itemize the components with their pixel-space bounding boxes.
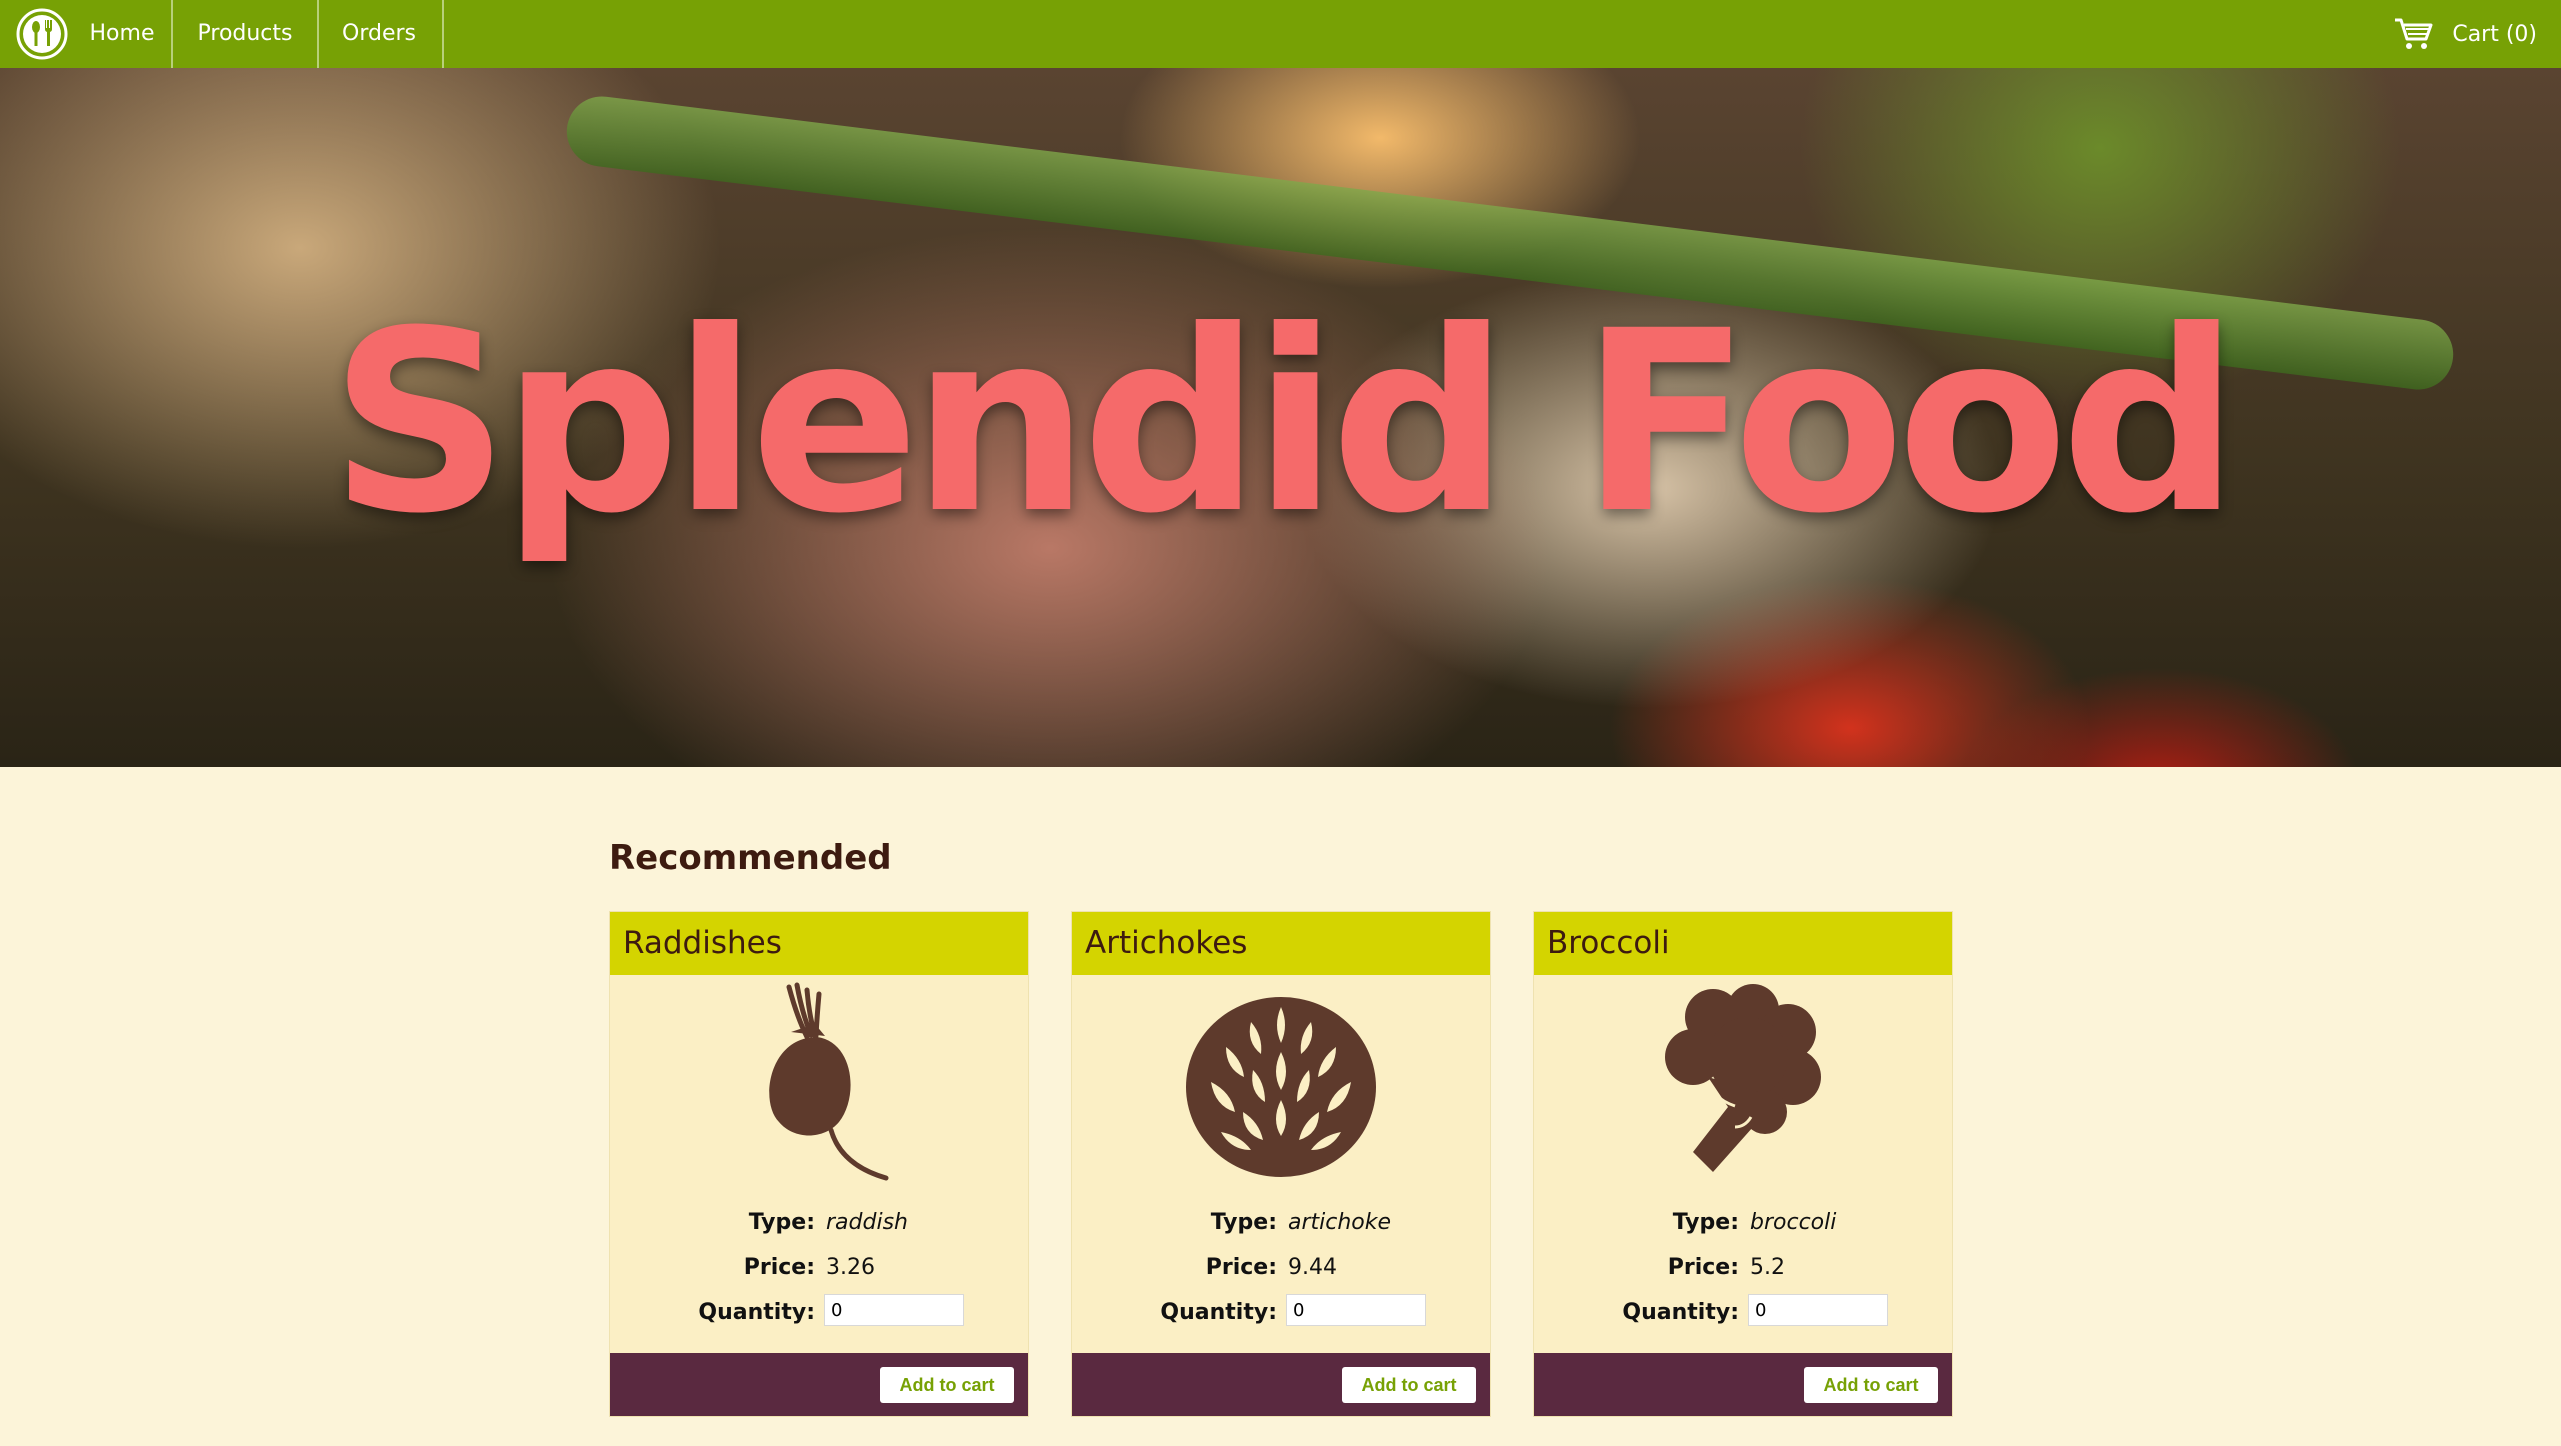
product-name: Artichokes bbox=[1072, 912, 1490, 975]
price-label: Price: bbox=[1667, 1255, 1739, 1280]
price-value: 3.26 bbox=[826, 1255, 875, 1280]
type-row: Type: broccoli bbox=[1534, 1204, 1952, 1242]
broccoli-icon bbox=[1665, 984, 1821, 1172]
product-card-artichokes: Artichokes Type: artichoke Price: 9.44 Q… bbox=[1071, 911, 1491, 1417]
quantity-row: Quantity: bbox=[1072, 1294, 1490, 1332]
price-row: Price: 9.44 bbox=[1072, 1249, 1490, 1287]
type-label: Type: bbox=[748, 1210, 815, 1235]
product-image bbox=[1072, 982, 1490, 1182]
hero-title: Splendid Food bbox=[329, 277, 2240, 568]
quantity-input[interactable] bbox=[1748, 1294, 1888, 1326]
type-value: artichoke bbox=[1288, 1210, 1392, 1235]
cart-link[interactable]: Cart (0) bbox=[2394, 0, 2537, 68]
add-to-cart-button[interactable]: Add to cart bbox=[880, 1367, 1014, 1403]
price-row: Price: 3.26 bbox=[610, 1249, 1028, 1287]
type-row: Type: artichoke bbox=[1072, 1204, 1490, 1242]
type-value: broccoli bbox=[1750, 1210, 1837, 1235]
quantity-label: Quantity: bbox=[1622, 1300, 1739, 1325]
price-label: Price: bbox=[1205, 1255, 1277, 1280]
quantity-input[interactable] bbox=[1286, 1294, 1426, 1326]
nav-home[interactable]: Home bbox=[72, 0, 172, 68]
add-to-cart-button[interactable]: Add to cart bbox=[1804, 1367, 1938, 1403]
hero-banner: Splendid Food bbox=[0, 68, 2561, 767]
cart-label[interactable]: Cart (0) bbox=[2452, 22, 2537, 47]
radish-icon bbox=[769, 982, 889, 1181]
product-image bbox=[1534, 982, 1952, 1182]
price-value: 5.2 bbox=[1750, 1255, 1785, 1280]
type-label: Type: bbox=[1210, 1210, 1277, 1235]
price-row: Price: 5.2 bbox=[1534, 1249, 1952, 1287]
section-title: Recommended bbox=[609, 838, 892, 878]
top-navbar: Home Products Orders Cart (0) bbox=[0, 0, 2561, 68]
product-card-raddishes: Raddishes Type: raddish Price: 3.26 Quan… bbox=[609, 911, 1029, 1417]
type-value: raddish bbox=[826, 1210, 908, 1235]
price-label: Price: bbox=[743, 1255, 815, 1280]
product-image bbox=[610, 982, 1028, 1182]
add-to-cart-button[interactable]: Add to cart bbox=[1342, 1367, 1476, 1403]
price-value: 9.44 bbox=[1288, 1255, 1337, 1280]
fork-spoon-icon[interactable] bbox=[16, 8, 68, 60]
card-footer: Add to cart bbox=[1072, 1353, 1490, 1416]
shopping-cart-icon bbox=[2395, 18, 2433, 49]
quantity-row: Quantity: bbox=[1534, 1294, 1952, 1332]
card-footer: Add to cart bbox=[1534, 1353, 1952, 1416]
quantity-label: Quantity: bbox=[1160, 1300, 1277, 1325]
product-card-broccoli: Broccoli Type: broccoli Price: 5.2 Quant… bbox=[1533, 911, 1953, 1417]
quantity-label: Quantity: bbox=[698, 1300, 815, 1325]
artichoke-icon bbox=[1186, 997, 1376, 1177]
quantity-input[interactable] bbox=[824, 1294, 964, 1326]
quantity-row: Quantity: bbox=[610, 1294, 1028, 1332]
product-name: Broccoli bbox=[1534, 912, 1952, 975]
product-name: Raddishes bbox=[610, 912, 1028, 975]
type-label: Type: bbox=[1672, 1210, 1739, 1235]
card-footer: Add to cart bbox=[610, 1353, 1028, 1416]
nav-products[interactable]: Products bbox=[171, 0, 319, 68]
nav-orders[interactable]: Orders bbox=[316, 0, 444, 68]
type-row: Type: raddish bbox=[610, 1204, 1028, 1242]
